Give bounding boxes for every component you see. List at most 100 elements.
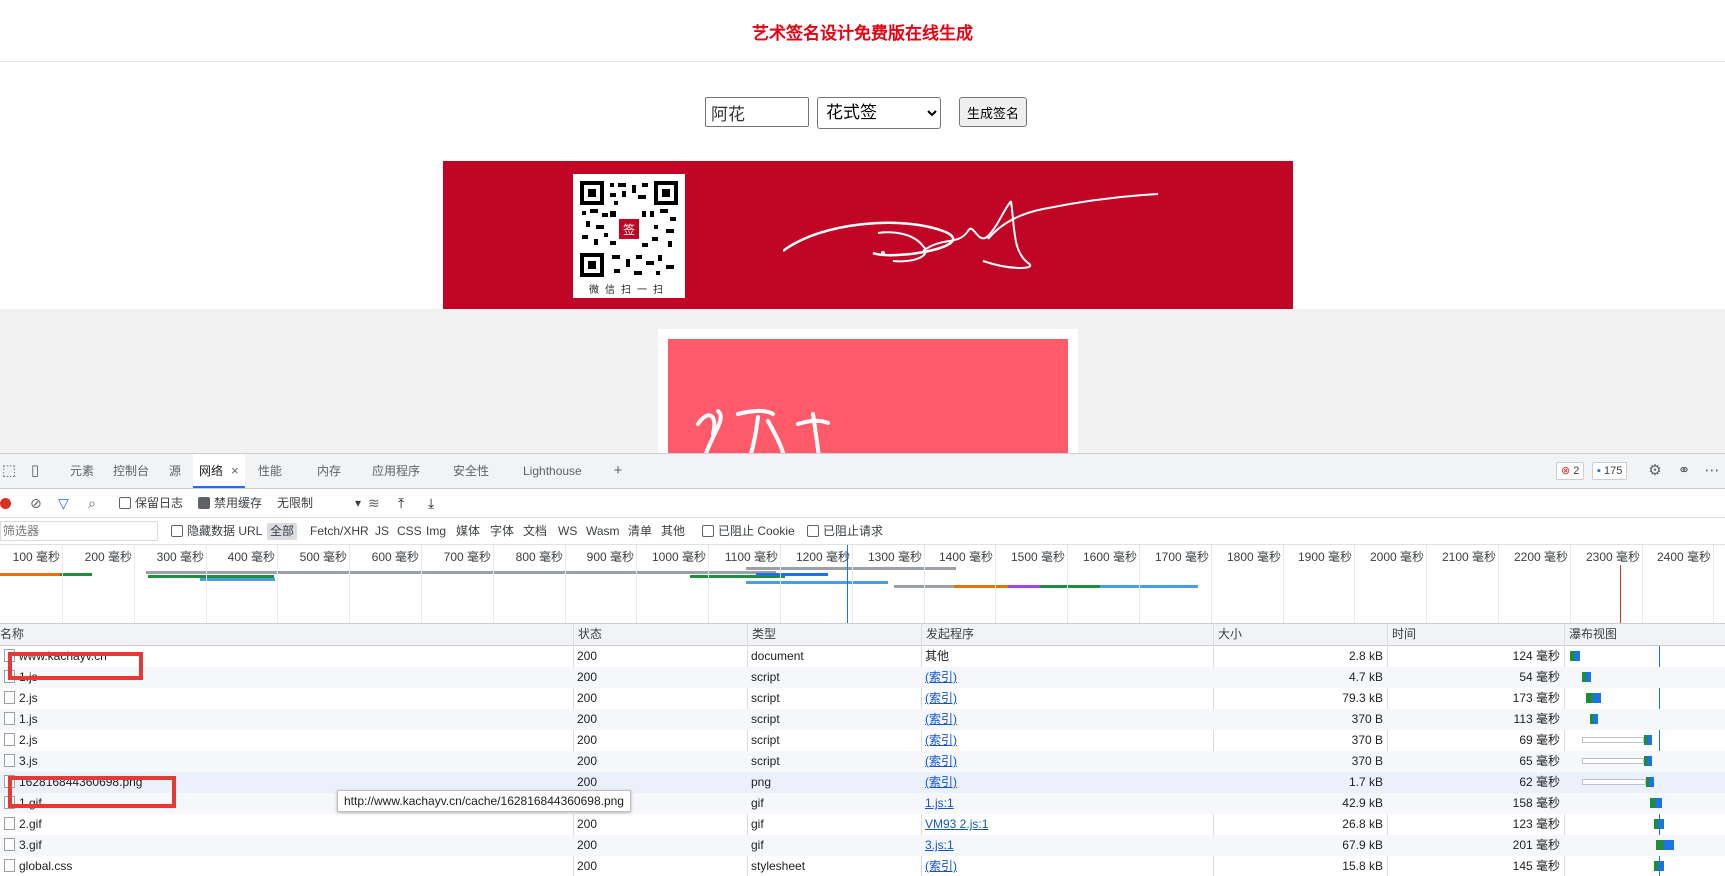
gear-icon[interactable]: ⚙ [1646,462,1664,480]
table-row[interactable]: 1.gif200gif1.js:142.9 kB158 毫秒 [0,793,1725,814]
table-row[interactable]: 3.gif 200 gif 3.js:1 67.9 kB 201 毫秒 [0,835,1725,856]
tab-elements[interactable]: 元素 [70,454,94,488]
record-icon[interactable] [0,498,11,509]
add-tab-icon[interactable]: + [609,462,627,480]
col-header-initiator[interactable]: 发起程序 [921,624,1213,645]
filter-type-img[interactable]: Img [426,523,446,540]
filter-type-wasm[interactable]: Wasm [586,523,620,540]
signature-preview-card [658,329,1078,453]
initiator-link[interactable]: (索引) [925,712,957,726]
name-input[interactable] [705,97,809,127]
table-row[interactable]: www.kachayv.cn 200 document 其他 2.8 kB 124 毫秒 [0,646,1725,667]
url-tooltip: http://www.kachayv.cn/cache/162816844360… [337,790,631,812]
tab-security[interactable]: 安全性 [453,454,489,488]
filter-type-fetch-xhr[interactable]: Fetch/XHR [310,523,369,540]
close-icon[interactable]: × [231,463,239,478]
initiator-link[interactable]: (索引) [925,670,957,684]
table-row[interactable]: 1.js 200 script (索引) 370 B 113 毫秒 [0,709,1725,730]
more-options-icon[interactable]: ⋯ [1703,462,1721,480]
overview-bar [1008,585,1040,588]
device-toolbar-icon[interactable]: ▯ [26,462,44,480]
filter-type-css[interactable]: CSS [397,523,422,540]
tab-console[interactable]: 控制台 [113,454,149,488]
col-header-size[interactable]: 大小 [1213,624,1387,645]
filter-type-js[interactable]: JS [375,523,389,540]
table-row[interactable]: 2.js 200 script (索引) 79.3 kB 173 毫秒 [0,688,1725,709]
filter-type-manifest[interactable]: 清单 [628,523,652,540]
export-har-icon[interactable]: ⤓ [428,494,434,512]
cell-initiator[interactable]: VM93 2.js:1 [921,814,1213,835]
throttling-select[interactable]: 无限制 ▾ [277,494,361,512]
table-row[interactable]: 3.js 200 script (索引) 370 B 65 毫秒 [0,751,1725,772]
col-header-status[interactable]: 状态 [573,624,747,645]
cell-initiator: 其他 [925,649,950,663]
table-row[interactable]: 2.gif 200 gif VM93 2.js:1 26.8 kB 123 毫秒 [0,814,1725,835]
initiator-link[interactable]: 1.js:1 [925,796,954,810]
customize-icon[interactable]: ⚭ [1675,462,1693,480]
table-row[interactable]: 2.js 200 script (索引) 370 B 69 毫秒 [0,730,1725,751]
signature-image [783,193,1159,269]
col-header-name[interactable]: 名称 [0,624,573,645]
page-header: 艺术签名设计免费版在线生成 [0,0,1725,62]
tab-performance[interactable]: 性能 [258,454,282,488]
generate-signature-button[interactable]: 生成签名 [959,97,1027,127]
filter-type-doc[interactable]: 文档 [523,523,547,540]
network-conditions-icon[interactable]: ≋ [368,494,380,512]
preserve-log-checkbox[interactable]: 保留日志 [119,494,183,512]
tab-lighthouse[interactable]: Lighthouse [523,454,582,488]
cell-initiator[interactable]: (索引) [921,772,1213,793]
filter-type-all[interactable]: 全部 [267,523,298,540]
filter-type-other[interactable]: 其他 [661,523,685,540]
initiator-link[interactable]: (索引) [925,691,957,705]
file-icon [4,733,15,746]
initiator-link[interactable]: VM93 2.js:1 [925,817,988,831]
inspect-element-icon[interactable]: ⬚ [0,462,18,480]
blocked-cookies-checkbox[interactable]: 已阻止 Cookie [702,523,795,540]
import-har-icon[interactable]: ⤒ [398,494,404,512]
tab-network[interactable]: 网络 × [193,454,245,488]
table-row[interactable]: 1.js 200 script (索引) 4.7 kB 54 毫秒 [0,667,1725,688]
cell-initiator[interactable]: (索引) [921,688,1213,709]
cell-initiator[interactable]: (索引) [921,856,1213,876]
timeline-tick [277,545,278,623]
col-header-waterfall[interactable]: 瀑布视图 [1564,624,1725,645]
error-count-badge[interactable]: ⊗ 2 [1556,462,1585,480]
initiator-link[interactable]: (索引) [925,754,957,768]
filter-input[interactable] [0,521,158,541]
cell-initiator[interactable]: (索引) [921,751,1213,772]
filter-type-media[interactable]: 媒体 [456,523,480,540]
disable-cache-checkbox[interactable]: 禁用缓存 [198,494,262,512]
timeline-tick [636,545,637,623]
search-icon[interactable]: ⌕ [88,494,96,512]
cell-initiator[interactable]: (索引) [921,730,1213,751]
initiator-link[interactable]: 3.js:1 [925,838,954,852]
message-count-badge[interactable]: ▪ 175 [1592,462,1628,480]
cell-initiator[interactable]: (索引) [921,667,1213,688]
tab-application[interactable]: 应用程序 [372,454,420,488]
style-select[interactable]: 花式签 [817,97,941,129]
initiator-link[interactable]: (索引) [925,859,957,873]
tab-sources[interactable]: 源 [169,454,181,488]
table-row[interactable]: global.css 200 stylesheet (索引) 15.8 kB 145 毫秒 [0,856,1725,876]
waterfall-bar [1654,861,1664,871]
cell-initiator[interactable]: 3.js:1 [921,835,1213,856]
cell-size: 79.3 kB [1342,691,1383,705]
cell-type: gif [751,817,764,831]
initiator-link[interactable]: (索引) [925,775,957,789]
timeline-overview[interactable]: 100 毫秒 200 毫秒 300 毫秒 400 毫秒 500 毫秒 600 毫秒 700 … [0,545,1725,624]
col-header-type[interactable]: 类型 [747,624,921,645]
col-header-time[interactable]: 时间 [1387,624,1564,645]
cell-initiator[interactable]: 1.js:1 [921,793,1213,814]
clear-icon[interactable]: ⊘ [30,494,42,512]
load-event-marker [1620,565,1621,623]
table-row[interactable]: 162816844360698.png 200 png (索引) 1.7 kB 62 毫秒 [0,772,1725,793]
timeline-tick [134,545,135,623]
blocked-requests-checkbox[interactable]: 已阻止请求 [807,523,883,540]
tab-memory[interactable]: 内存 [317,454,341,488]
filter-type-font[interactable]: 字体 [490,523,514,540]
cell-initiator[interactable]: (索引) [921,709,1213,730]
filter-icon[interactable]: ▽ [58,494,69,512]
filter-type-ws[interactable]: WS [558,523,577,540]
hide-data-urls-checkbox[interactable]: 隐藏数据 URL [171,523,262,540]
initiator-link[interactable]: (索引) [925,733,957,747]
